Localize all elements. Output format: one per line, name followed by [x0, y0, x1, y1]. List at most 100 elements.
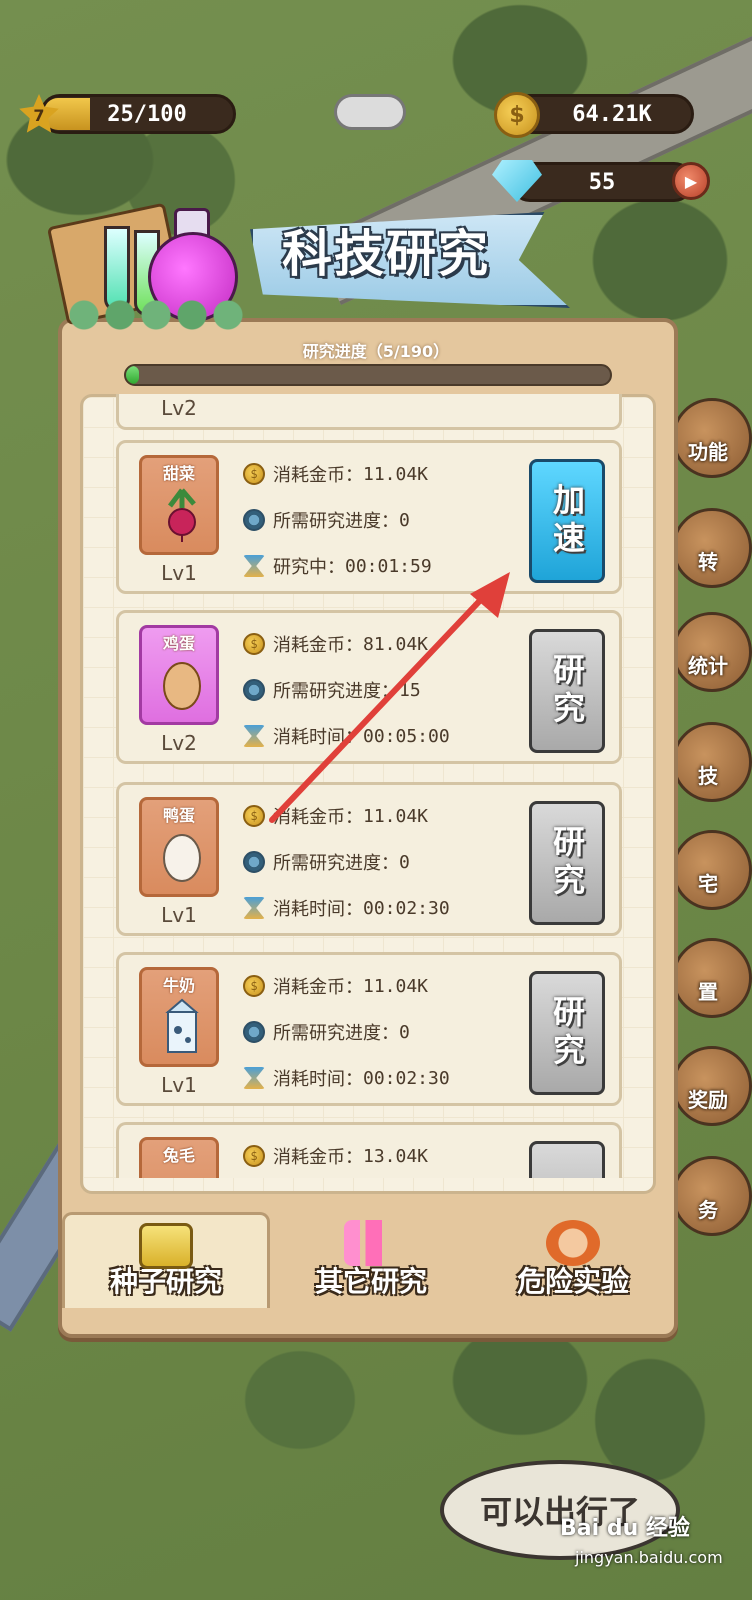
- research-button[interactable]: 研究: [529, 971, 605, 1095]
- side-menu-tech[interactable]: 技: [672, 722, 752, 802]
- level-number: 7: [33, 105, 45, 125]
- cloud-icon: [334, 94, 406, 130]
- time-row: 消耗时间： 00:02:30: [243, 1065, 450, 1091]
- tab-dangerous-experiment[interactable]: 危险实验: [472, 1212, 674, 1308]
- row-value: 13.04K: [363, 1145, 429, 1167]
- required-progress-row: 所需研究进度： 0: [243, 849, 410, 875]
- tab-seed-research[interactable]: 种子研究: [62, 1212, 270, 1308]
- research-progress-icon: [243, 679, 265, 701]
- item-badge: 牛奶: [139, 967, 219, 1067]
- coin-icon: $: [243, 805, 265, 827]
- row-value: 00:02:30: [363, 1067, 450, 1089]
- cost-row: $ 消耗金币： 13.04K: [243, 1143, 428, 1169]
- rabbit-fur-icon: [160, 1168, 204, 1178]
- row-value: 0: [399, 509, 410, 531]
- tab-label: 危险实验: [516, 1265, 629, 1298]
- required-progress-row: 所需研究进度： 0: [243, 1019, 410, 1045]
- row-label: 所需研究进度：: [273, 511, 399, 532]
- row-value: 00:05:00: [363, 725, 450, 747]
- row-value: 11.04K: [363, 975, 429, 997]
- row-value: 15: [399, 679, 421, 701]
- side-menu-rewards[interactable]: 奖励: [672, 1046, 752, 1126]
- item-badge: 鸭蛋: [139, 797, 219, 897]
- time-row: 消耗时间： 00:02:30: [243, 895, 450, 921]
- row-value: 81.04K: [363, 633, 429, 655]
- video-ad-button[interactable]: ▶: [672, 162, 710, 200]
- coin-icon: $: [243, 633, 265, 655]
- row-value: 0: [399, 1021, 410, 1043]
- research-item-card: 兔毛 $ 消耗金币： 13.04K: [116, 1122, 622, 1178]
- research-item-card: 甜菜 Lv1 $ 消耗金币： 11.04K 所需研究进度： 0 研究中： 00:01:59 加速: [116, 440, 622, 594]
- item-name: 牛奶: [162, 976, 195, 995]
- leaves-decoration: [66, 300, 246, 330]
- item-badge: 甜菜: [139, 455, 219, 555]
- coin-icon: $: [243, 463, 265, 485]
- required-progress-row: 所需研究进度： 0: [243, 507, 410, 533]
- test-tubes-icon: [344, 1220, 398, 1266]
- cost-row: $ 消耗金币： 11.04K: [243, 803, 428, 829]
- coin-icon: $: [243, 975, 265, 997]
- research-item-card: 鸡蛋 Lv2 $ 消耗金币： 81.04K 所需研究进度： 15 消耗时间： 00:05:00 研…: [116, 610, 622, 764]
- row-label: 消耗金币：: [273, 635, 363, 656]
- cost-row: $ 消耗金币： 11.04K: [243, 973, 428, 999]
- side-menu-function[interactable]: 功能: [672, 398, 752, 478]
- speed-up-button[interactable]: 加速: [529, 459, 605, 583]
- hourglass-icon: [243, 897, 265, 919]
- row-label: 所需研究进度：: [273, 853, 399, 874]
- row-label: 研究中：: [273, 557, 345, 578]
- level-label: Lv1: [161, 903, 197, 927]
- item-badge: 兔毛: [139, 1137, 219, 1178]
- egg-icon: [160, 656, 204, 712]
- time-row: 研究中： 00:01:59: [243, 553, 432, 579]
- level-label: Lv1: [161, 561, 197, 585]
- tab-other-research[interactable]: 其它研究: [270, 1212, 472, 1308]
- row-value: 11.04K: [363, 463, 429, 485]
- duck-egg-icon: [160, 828, 204, 884]
- row-label: 消耗金币：: [273, 807, 363, 828]
- research-button[interactable]: [529, 1141, 605, 1178]
- hourglass-icon: [243, 1067, 265, 1089]
- side-menu-tasks[interactable]: 务: [672, 1156, 752, 1236]
- coin-icon: $: [243, 1145, 265, 1167]
- row-value: 11.04K: [363, 805, 429, 827]
- item-badge: 鸡蛋: [139, 625, 219, 725]
- row-label: 消耗时间：: [273, 727, 363, 748]
- row-label: 消耗时间：: [273, 899, 363, 920]
- list-item-partial: Lv2: [116, 394, 622, 430]
- seed-bag-icon: [139, 1223, 193, 1269]
- time-row: 消耗时间： 00:05:00: [243, 723, 450, 749]
- side-menu-turn[interactable]: 转: [672, 508, 752, 588]
- item-name: 甜菜: [162, 464, 195, 483]
- required-progress-row: 所需研究进度： 15: [243, 677, 421, 703]
- page-title: 科技研究: [282, 225, 490, 283]
- research-button[interactable]: 研究: [529, 629, 605, 753]
- baidu-watermark: Bai du 经验: [560, 1516, 690, 1541]
- side-menu-stats[interactable]: 统计: [672, 612, 752, 692]
- research-progress-icon: [243, 509, 265, 531]
- cost-row: $ 消耗金币： 11.04K: [243, 461, 428, 487]
- row-label: 所需研究进度：: [273, 681, 399, 702]
- xp-text: 25/100: [107, 101, 187, 127]
- baidu-watermark-url: jingyan.baidu.com: [575, 1548, 723, 1567]
- item-name: 鸭蛋: [162, 806, 195, 825]
- hourglass-icon: [243, 555, 265, 577]
- row-label: 所需研究进度：: [273, 1023, 399, 1044]
- research-item-card: 鸭蛋 Lv1 $ 消耗金币： 11.04K 所需研究进度： 0 消耗时间： 00:02:30 研究: [116, 782, 622, 936]
- row-value: 00:02:30: [363, 897, 450, 919]
- research-progress-icon: [243, 1021, 265, 1043]
- level-label: Lv2: [161, 731, 197, 755]
- research-progress-icon: [243, 851, 265, 873]
- research-button[interactable]: 研究: [529, 801, 605, 925]
- research-progress-label: 研究进度（5/190）: [302, 342, 450, 361]
- scientist-icon: [546, 1220, 600, 1266]
- level-label: Lv1: [161, 1073, 197, 1097]
- side-menu-settings[interactable]: 置: [672, 938, 752, 1018]
- hourglass-icon: [243, 725, 265, 747]
- coin-icon: $: [494, 92, 540, 138]
- row-label: 消耗金币：: [273, 1147, 363, 1168]
- level-label: Lv2: [161, 396, 197, 420]
- beet-icon: [160, 486, 204, 542]
- side-menu-house[interactable]: 宅: [672, 830, 752, 910]
- row-label: 消耗时间：: [273, 1069, 363, 1090]
- gem-counter: 55: [510, 162, 694, 202]
